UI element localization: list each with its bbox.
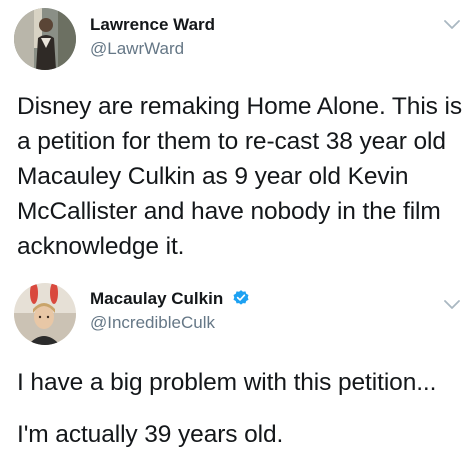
tweet-paragraph: Disney are remaking Home Alone. This is …	[17, 93, 463, 260]
display-name[interactable]: Macaulay Culkin	[90, 289, 250, 309]
user-handle[interactable]: @LawrWard	[90, 39, 184, 59]
tweet-text: I have a big problem with this petition.…	[17, 365, 467, 452]
display-name-label[interactable]: Macaulay Culkin	[90, 289, 223, 308]
verified-badge-icon	[233, 290, 249, 305]
tweet-paragraph: I'm actually 39 years old.	[17, 421, 284, 448]
chevron-down-icon[interactable]	[444, 20, 460, 30]
user-handle[interactable]: @IncredibleCulk	[90, 313, 215, 333]
avatar[interactable]	[14, 283, 76, 345]
avatar[interactable]	[14, 8, 76, 70]
display-name[interactable]: Lawrence Ward	[90, 15, 215, 35]
tweet-paragraph: I have a big problem with this petition.…	[17, 369, 437, 396]
chevron-down-icon[interactable]	[444, 300, 460, 310]
tweet-text: Disney are remaking Home Alone. This is …	[17, 89, 467, 264]
